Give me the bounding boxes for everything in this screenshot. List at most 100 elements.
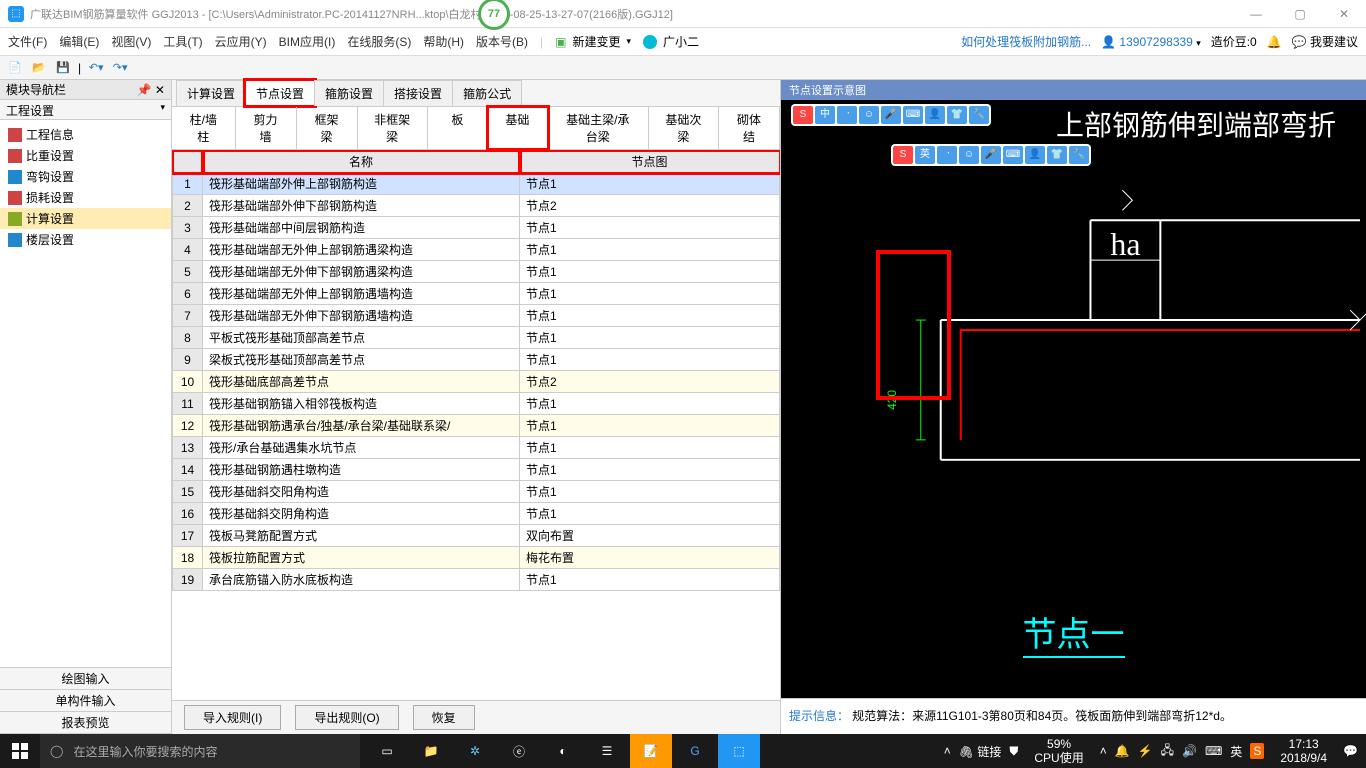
close-button[interactable]: ✕ xyxy=(1322,0,1366,28)
user-label[interactable]: 广小二 xyxy=(643,33,699,50)
table-row[interactable]: 7筏形基础端部无外伸下部钢筋遇墙构造节点1 xyxy=(173,305,780,327)
tray-power-icon[interactable]: ⚡ xyxy=(1138,744,1153,758)
phone-label[interactable]: 👤 13907298339 ▾ xyxy=(1101,35,1201,49)
tree-item-5[interactable]: 楼层设置 xyxy=(0,229,171,250)
tray-link[interactable]: 🖇 链接 xyxy=(959,743,1002,760)
report-preview-button[interactable]: 报表预览 xyxy=(0,712,171,734)
table-row[interactable]: 18筏板拉筋配置方式梅花布置 xyxy=(173,547,780,569)
table-row[interactable]: 14筏形基础钢筋遇柱墩构造节点1 xyxy=(173,459,780,481)
app-icon-1[interactable]: 📁 xyxy=(410,734,452,768)
tray-chevron-icon[interactable]: ˄ xyxy=(944,744,951,758)
table-row[interactable]: 12筏形基础钢筋遇承台/独基/承台梁/基础联系梁/节点1 xyxy=(173,415,780,437)
menu-edit[interactable]: 编辑(E) xyxy=(59,33,99,50)
taskbar-search[interactable]: ◯ 在这里输入你要搜索的内容 xyxy=(40,734,360,768)
ime-user-icon[interactable]: 👤 xyxy=(925,106,945,124)
menu-file[interactable]: 文件(F) xyxy=(8,33,47,50)
table-row[interactable]: 17筏板马凳筋配置方式双向布置 xyxy=(173,525,780,547)
save-icon[interactable]: 💾 xyxy=(54,59,72,77)
tray-notif-icon[interactable]: 💬 xyxy=(1343,744,1358,758)
upper-tab-1[interactable]: 节点设置 xyxy=(245,80,315,106)
tray-net-icon[interactable]: 🖧 xyxy=(1161,741,1174,762)
project-settings-header[interactable]: 工程设置 ▾ xyxy=(0,100,171,120)
minimize-button[interactable]: — xyxy=(1234,0,1278,28)
menu-online[interactable]: 在线服务(S) xyxy=(347,33,411,50)
table-row[interactable]: 13筏形/承台基础遇集水坑节点节点1 xyxy=(173,437,780,459)
menu-view[interactable]: 视图(V) xyxy=(111,33,151,50)
export-rules-button[interactable]: 导出规则(O) xyxy=(295,705,398,730)
tray-sogou-icon[interactable]: S xyxy=(1250,743,1264,759)
cpu-meter[interactable]: 59%CPU使用 xyxy=(1026,735,1091,767)
draw-input-button[interactable]: 绘图输入 xyxy=(0,668,171,690)
tray-lang[interactable]: 英 xyxy=(1230,743,1242,760)
tree-item-4[interactable]: 计算设置 xyxy=(0,208,171,229)
restore-button[interactable]: 恢复 xyxy=(413,705,475,730)
single-component-button[interactable]: 单构件输入 xyxy=(0,690,171,712)
tray-kbd-icon[interactable]: ⌨ xyxy=(1205,744,1222,758)
lower-tab-2[interactable]: 框架梁 xyxy=(297,107,358,149)
tree-item-2[interactable]: 弯钩设置 xyxy=(0,166,171,187)
settings-grid[interactable]: 名称 节点图 1筏形基础端部外伸上部钢筋构造节点12筏形基础端部外伸下部钢筋构造… xyxy=(172,150,780,591)
table-row[interactable]: 16筏形基础斜交阴角构造节点1 xyxy=(173,503,780,525)
table-row[interactable]: 15筏形基础斜交阳角构造节点1 xyxy=(173,481,780,503)
redo-icon[interactable]: ↷▾ xyxy=(111,59,129,77)
app-icon-5[interactable]: 📝 xyxy=(630,734,672,768)
edge-icon[interactable]: ⓔ xyxy=(498,734,540,768)
table-row[interactable]: 8平板式筏形基础顶部高差节点节点1 xyxy=(173,327,780,349)
ime-toolbar-top[interactable]: S 中 ᠂ ☺ 🎤 ⌨ 👤 👕 🔧 xyxy=(791,104,991,126)
table-row[interactable]: 5筏形基础端部无外伸下部钢筋遇梁构造节点1 xyxy=(173,261,780,283)
table-row[interactable]: 2筏形基础端部外伸下部钢筋构造节点2 xyxy=(173,195,780,217)
pin-icon[interactable]: 📌 ✕ xyxy=(137,83,165,97)
lower-tab-7[interactable]: 基础次梁 xyxy=(649,107,719,149)
ime-skin-icon[interactable]: 👕 xyxy=(947,106,967,124)
table-row[interactable]: 19承台底筋锚入防水底板构造节点1 xyxy=(173,569,780,591)
tray-vol-icon[interactable]: 🔊 xyxy=(1182,744,1197,758)
lower-tab-1[interactable]: 剪力墙 xyxy=(236,107,297,149)
open-icon[interactable]: 📂 xyxy=(30,59,48,77)
tray-icon-2[interactable]: ˄ xyxy=(1100,744,1107,758)
feedback-button[interactable]: 💬 我要建议 xyxy=(1292,33,1358,50)
upper-tab-2[interactable]: 箍筋设置 xyxy=(314,80,384,106)
ime-emoji-icon[interactable]: ☺ xyxy=(859,106,879,124)
tray-icon-1[interactable]: ⛊ xyxy=(1009,744,1018,759)
table-row[interactable]: 11筏形基础钢筋锚入相邻筏板构造节点1 xyxy=(173,393,780,415)
menu-help[interactable]: 帮助(H) xyxy=(423,33,464,50)
import-rules-button[interactable]: 导入规则(I) xyxy=(184,705,281,730)
table-row[interactable]: 10筏形基础底部高差节点节点2 xyxy=(173,371,780,393)
app-icon-2[interactable]: ✲ xyxy=(454,734,496,768)
lower-tab-8[interactable]: 砌体结 xyxy=(719,107,780,149)
table-row[interactable]: 6筏形基础端部无外伸上部钢筋遇墙构造节点1 xyxy=(173,283,780,305)
table-row[interactable]: 3筏形基础端部中间层钢筋构造节点1 xyxy=(173,217,780,239)
menu-version[interactable]: 版本号(B) xyxy=(476,33,528,50)
app-icon-6[interactable]: G xyxy=(674,734,716,768)
ime-logo-icon[interactable]: S xyxy=(793,106,813,124)
question-link[interactable]: 如何处理筏板附加钢筋... xyxy=(961,33,1091,50)
lower-tab-3[interactable]: 非框架梁 xyxy=(358,107,428,149)
upper-tab-4[interactable]: 箍筋公式 xyxy=(452,80,522,106)
ime-punct-icon[interactable]: ᠂ xyxy=(837,106,857,124)
lower-tab-6[interactable]: 基础主梁/承台梁 xyxy=(548,107,649,149)
tree-item-3[interactable]: 损耗设置 xyxy=(0,187,171,208)
tray-bell-icon[interactable]: 🔔 xyxy=(1115,744,1130,758)
upper-tab-3[interactable]: 搭接设置 xyxy=(383,80,453,106)
taskview-icon[interactable]: ▭ xyxy=(366,734,408,768)
new-change-button[interactable]: ▣新建变更▾ xyxy=(555,33,631,50)
lower-tab-5[interactable]: 基础 xyxy=(488,107,548,149)
tray-clock[interactable]: 17:132018/9/4 xyxy=(1272,735,1335,767)
tree-item-0[interactable]: 工程信息 xyxy=(0,124,171,145)
menu-bim[interactable]: BIM应用(I) xyxy=(279,33,336,50)
table-row[interactable]: 1筏形基础端部外伸上部钢筋构造节点1 xyxy=(173,173,780,195)
ime-lang-icon[interactable]: 中 xyxy=(815,106,835,124)
lower-tab-4[interactable]: 板 xyxy=(428,107,488,149)
ime-tool-icon[interactable]: 🔧 xyxy=(969,106,989,124)
maximize-button[interactable]: ▢ xyxy=(1278,0,1322,28)
start-button[interactable] xyxy=(0,734,40,768)
table-row[interactable]: 4筏形基础端部无外伸上部钢筋遇梁构造节点1 xyxy=(173,239,780,261)
menu-tools[interactable]: 工具(T) xyxy=(163,33,202,50)
upper-tab-0[interactable]: 计算设置 xyxy=(176,80,246,106)
tree-item-1[interactable]: 比重设置 xyxy=(0,145,171,166)
app-icon-3[interactable]: ◐ xyxy=(542,734,584,768)
undo-icon[interactable]: ↶▾ xyxy=(87,59,105,77)
table-row[interactable]: 9梁板式筏形基础顶部高差节点节点1 xyxy=(173,349,780,371)
app-icon-7[interactable]: ⬚ xyxy=(718,734,760,768)
ime-kbd-icon[interactable]: ⌨ xyxy=(903,106,923,124)
